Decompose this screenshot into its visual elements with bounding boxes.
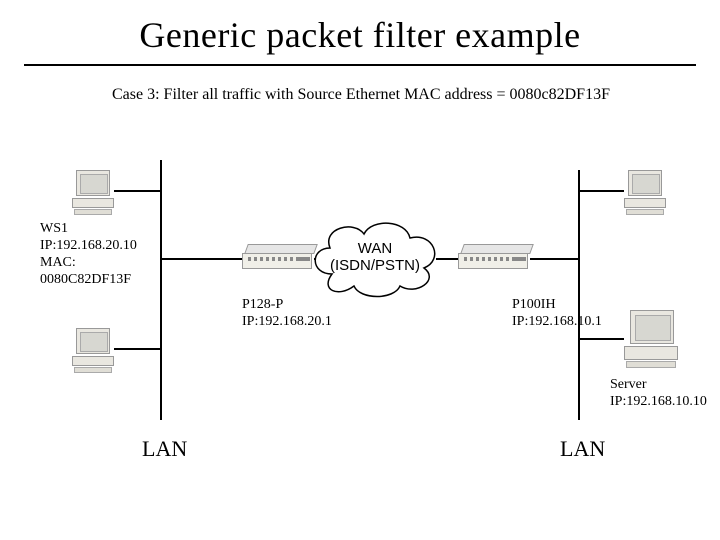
router-right-icon bbox=[462, 244, 532, 272]
tap-line bbox=[114, 348, 160, 350]
server-label: Server IP:192.168.10.10 bbox=[610, 376, 707, 410]
router-link bbox=[530, 258, 578, 260]
tap-line bbox=[114, 190, 160, 192]
tap-line bbox=[578, 338, 624, 340]
case-subtitle: Case 3: Filter all traffic with Source E… bbox=[112, 86, 720, 104]
title-divider bbox=[24, 64, 696, 66]
lan-left-label: LAN bbox=[142, 436, 187, 462]
workstation-icon bbox=[622, 170, 668, 212]
diagram-stage: WS1 IP:192.168.20.10 MAC: 0080C82DF13F P… bbox=[0, 160, 720, 460]
wan-label-1: WAN bbox=[310, 240, 440, 257]
workstation-icon bbox=[70, 170, 116, 212]
workstation-icon bbox=[70, 328, 116, 370]
tap-line bbox=[578, 190, 624, 192]
wan-cloud: WAN (ISDN/PSTN) bbox=[310, 222, 440, 292]
right-lan-bus bbox=[578, 170, 580, 420]
router-right-label: P100IH IP:192.168.10.1 bbox=[512, 296, 602, 330]
server-icon bbox=[622, 310, 682, 366]
ws1-label: WS1 IP:192.168.20.10 MAC: 0080C82DF13F bbox=[40, 220, 137, 288]
router-link bbox=[160, 258, 246, 260]
lan-right-label: LAN bbox=[560, 436, 605, 462]
wan-label-2: (ISDN/PSTN) bbox=[310, 257, 440, 274]
page-title: Generic packet filter example bbox=[0, 0, 720, 56]
left-lan-bus bbox=[160, 160, 162, 420]
router-left-label: P128-P IP:192.168.20.1 bbox=[242, 296, 332, 330]
